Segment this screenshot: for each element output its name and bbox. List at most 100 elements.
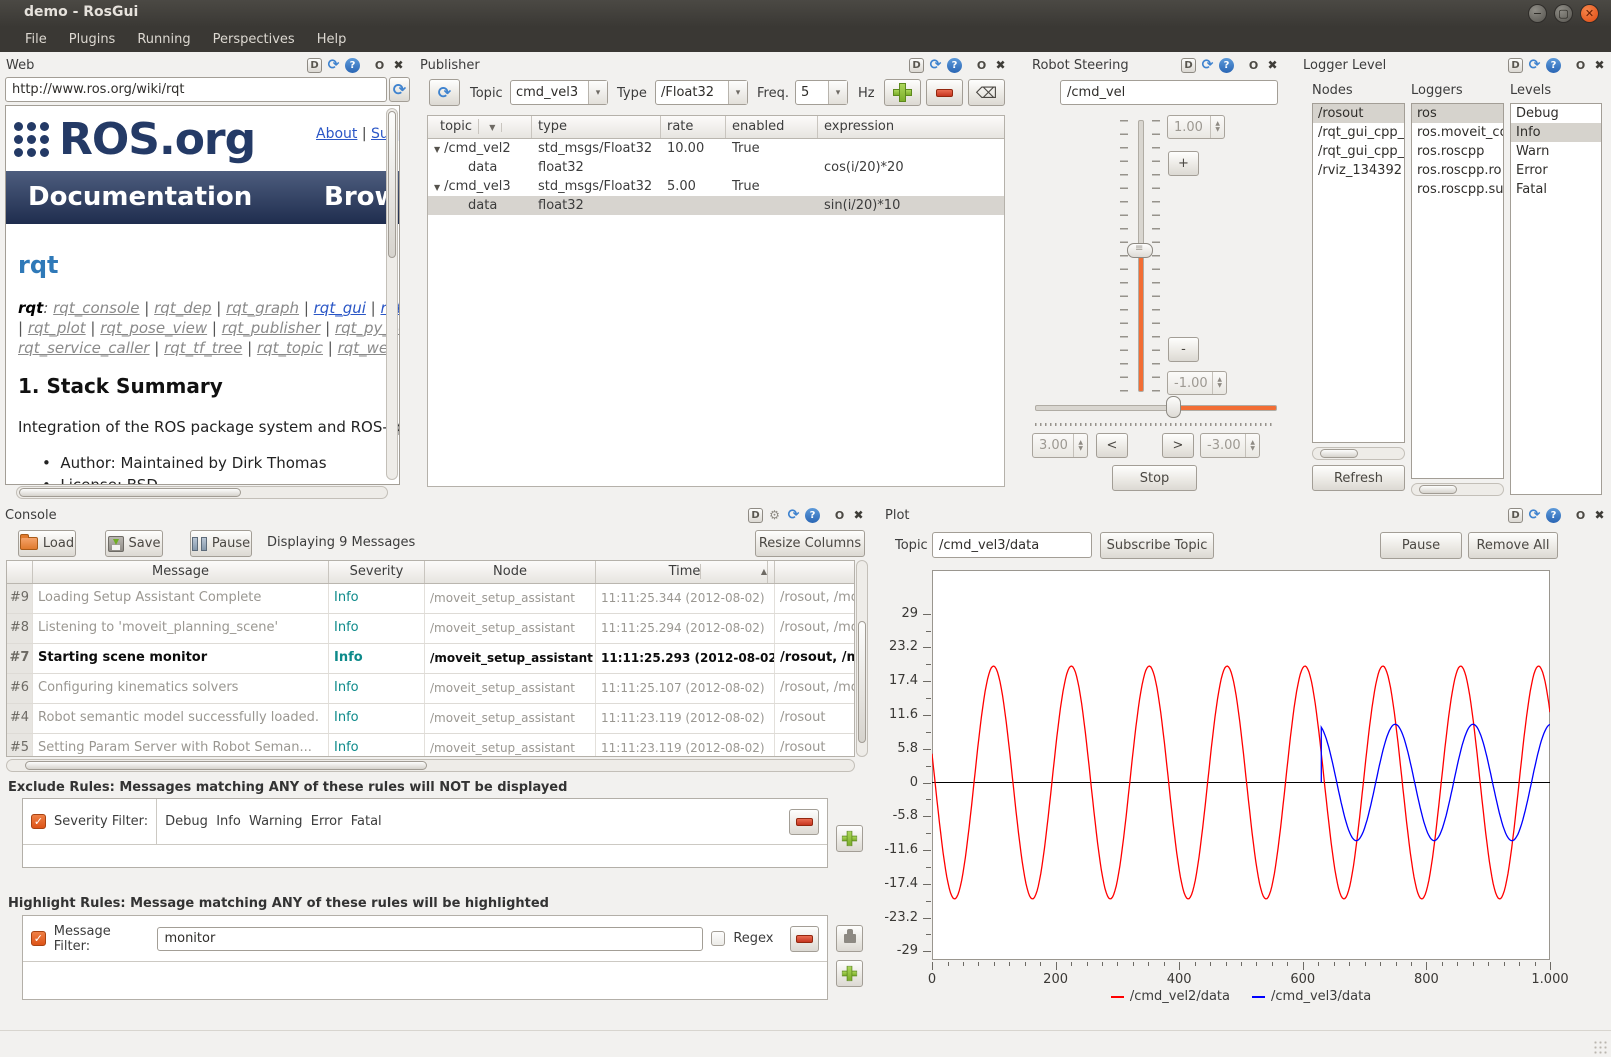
add-highlight-rule-button[interactable]	[836, 960, 863, 987]
publisher-type-combo[interactable]: /Float32▾	[655, 80, 748, 105]
level-item[interactable]: Error	[1511, 161, 1601, 180]
publisher-table-row[interactable]: datafloat32sin(i/20)*10	[428, 196, 1004, 215]
robot-steering-titlebar[interactable]: Robot Steering D⟳?O✖	[1020, 55, 1288, 75]
publisher-freq-combo[interactable]: 5▾	[795, 80, 848, 105]
steer-left-button[interactable]: <	[1096, 433, 1128, 458]
menu-plugins[interactable]: Plugins	[58, 29, 127, 50]
package-link[interactable]: rqt_publisher	[222, 319, 321, 337]
publisher-table[interactable]: topic ▼ type rate enabled expression ▼/c…	[427, 115, 1005, 487]
publisher-refresh-button[interactable]: ⟳	[429, 79, 460, 106]
publisher-table-row[interactable]: ▼/cmd_vel2std_msgs/Float3210.00True	[428, 139, 1004, 158]
logger-item[interactable]: ros.moveit_co	[1412, 123, 1503, 142]
package-link[interactable]: rqt_topic	[257, 339, 323, 357]
maximize-button[interactable]: ▢	[1554, 4, 1573, 23]
dock-settings-icon[interactable]: ⚙	[767, 508, 782, 523]
window-close-button[interactable]: ✕	[1580, 4, 1599, 23]
resize-columns-button[interactable]: Resize Columns	[755, 530, 865, 557]
loggers-list[interactable]: rosros.moveit_coros.roscppros.roscpp.ror…	[1411, 103, 1504, 479]
severity-filter-checkbox[interactable]: ✓	[31, 814, 46, 829]
severity-filter-value[interactable]: Debug Info Warning Error Fatal	[165, 814, 381, 829]
publisher-table-row[interactable]: datafloat32cos(i/20)*20	[428, 158, 1004, 177]
package-link[interactable]: rqt_console	[53, 299, 139, 317]
web-vertical-scrollbar[interactable]	[386, 108, 398, 480]
console-message-row[interactable]: #9Loading Setup Assistant CompleteInfo/m…	[7, 584, 854, 614]
level-item[interactable]: Info	[1511, 123, 1601, 142]
publisher-topic-combo[interactable]: cmd_vel3▾	[510, 80, 608, 105]
nodes-list[interactable]: /rosout/rqt_gui_cpp_/rqt_gui_cpp_/rviz_1…	[1312, 103, 1405, 443]
dock-reload-button[interactable]: ⟳	[1200, 58, 1215, 73]
remove-all-button[interactable]: Remove All	[1468, 532, 1558, 559]
dock-d-button[interactable]: D	[307, 58, 322, 73]
web-panel-titlebar[interactable]: Web D⟳?O✖	[2, 55, 410, 75]
plot-pause-button[interactable]: Pause	[1380, 532, 1462, 559]
node-item[interactable]: /rqt_gui_cpp_	[1313, 123, 1404, 142]
chevron-down-icon[interactable]: ▾	[588, 81, 607, 104]
severity-filter-rule[interactable]: ✓ Severity Filter: Debug Info Warning Er…	[23, 799, 827, 845]
dock-reload-button[interactable]: ⟳	[1527, 58, 1542, 73]
linear-slider-handle[interactable]	[1127, 243, 1153, 258]
regex-checkbox[interactable]	[711, 931, 726, 946]
dock-reload-button[interactable]: ⟳	[928, 58, 943, 73]
dock-help-button[interactable]: ?	[1219, 58, 1234, 73]
console-message-row[interactable]: #7Starting scene monitorInfo/moveit_setu…	[7, 644, 854, 674]
dock-d-button[interactable]: D	[748, 508, 763, 523]
publisher-table-row[interactable]: ▼/cmd_vel3std_msgs/Float325.00True	[428, 177, 1004, 196]
linear-max-spinbox[interactable]: 1.00▲▼	[1167, 115, 1225, 139]
console-message-row[interactable]: #4Robot semantic model successfully load…	[7, 704, 854, 734]
package-link[interactable]: rqt_dep	[154, 299, 211, 317]
dock-close-button[interactable]: ✖	[851, 508, 866, 523]
plot-titlebar[interactable]: Plot D⟳?O✖	[878, 505, 1611, 525]
publisher-panel-titlebar[interactable]: Publisher D⟳?O✖	[414, 55, 1014, 75]
nodes-scrollbar[interactable]	[1312, 447, 1405, 460]
url-input[interactable]: http://www.ros.org/wiki/rqt	[5, 77, 387, 102]
package-link[interactable]: rqt_graph	[226, 299, 299, 317]
remove-publisher-button[interactable]	[926, 79, 963, 106]
add-publisher-button[interactable]	[884, 79, 921, 106]
node-item[interactable]: /rqt_gui_cpp_	[1313, 142, 1404, 161]
dock-reload-button[interactable]: ⟳	[326, 58, 341, 73]
dock-float-button[interactable]: O	[832, 508, 847, 523]
publisher-table-header[interactable]: topic ▼ type rate enabled expression	[428, 116, 1004, 139]
message-filter-input[interactable]: monitor	[157, 927, 702, 951]
message-filter-rule[interactable]: ✓ Message Filter: monitor Regex	[23, 916, 827, 962]
load-button[interactable]: Load	[18, 530, 76, 557]
angular-slider[interactable]	[1035, 405, 1277, 411]
dock-float-button[interactable]: O	[1573, 58, 1588, 73]
level-item[interactable]: Fatal	[1511, 180, 1601, 199]
dock-help-button[interactable]: ?	[1546, 58, 1561, 73]
dock-reload-button[interactable]: ⟳	[1527, 508, 1542, 523]
dock-close-button[interactable]: ✖	[1592, 58, 1607, 73]
console-message-row[interactable]: #8Listening to 'moveit_planning_scene'In…	[7, 614, 854, 644]
package-link[interactable]: rqt_pose_view	[100, 319, 207, 337]
dock-close-button[interactable]: ✖	[391, 58, 406, 73]
expand-icon[interactable]: ▼	[434, 145, 440, 154]
dock-d-button[interactable]: D	[1508, 58, 1523, 73]
package-link[interactable]: rqt_gui	[314, 299, 366, 317]
angular-right-spinbox[interactable]: -3.00▲▼	[1200, 433, 1260, 458]
console-message-row[interactable]: #5Setting Param Server with Robot Seman.…	[7, 734, 854, 757]
dock-reload-button[interactable]: ⟳	[786, 508, 801, 523]
angular-slider-handle[interactable]	[1166, 396, 1181, 418]
remove-highlight-rule-button[interactable]	[790, 926, 819, 952]
console-horizontal-scrollbar[interactable]	[6, 759, 855, 772]
web-refresh-button[interactable]: ⟳	[389, 77, 410, 102]
chevron-down-icon[interactable]: ▾	[828, 81, 847, 104]
message-filter-checkbox[interactable]: ✓	[31, 931, 46, 946]
package-link[interactable]: rqt_service_caller	[18, 339, 149, 357]
highlight-mode-button[interactable]	[836, 925, 863, 952]
dock-help-button[interactable]: ?	[345, 58, 360, 73]
menu-file[interactable]: File	[14, 29, 58, 50]
resize-grip-icon[interactable]	[1593, 1040, 1607, 1054]
linear-decrease-button[interactable]: -	[1168, 337, 1199, 362]
minimize-button[interactable]: −	[1528, 4, 1547, 23]
linear-min-spinbox[interactable]: -1.00▲▼	[1167, 371, 1227, 395]
console-titlebar[interactable]: Console D⚙⟳?O✖	[0, 505, 870, 525]
node-item[interactable]: /rviz_134392	[1313, 161, 1404, 180]
logger-item[interactable]: ros	[1412, 104, 1503, 123]
dock-close-button[interactable]: ✖	[1265, 58, 1280, 73]
chevron-down-icon[interactable]: ▾	[728, 81, 747, 104]
nav-documentation[interactable]: Documentation	[28, 182, 252, 212]
steer-right-button[interactable]: >	[1162, 433, 1194, 458]
dock-close-button[interactable]: ✖	[993, 58, 1008, 73]
package-link[interactable]: rqt_plot	[28, 319, 86, 337]
